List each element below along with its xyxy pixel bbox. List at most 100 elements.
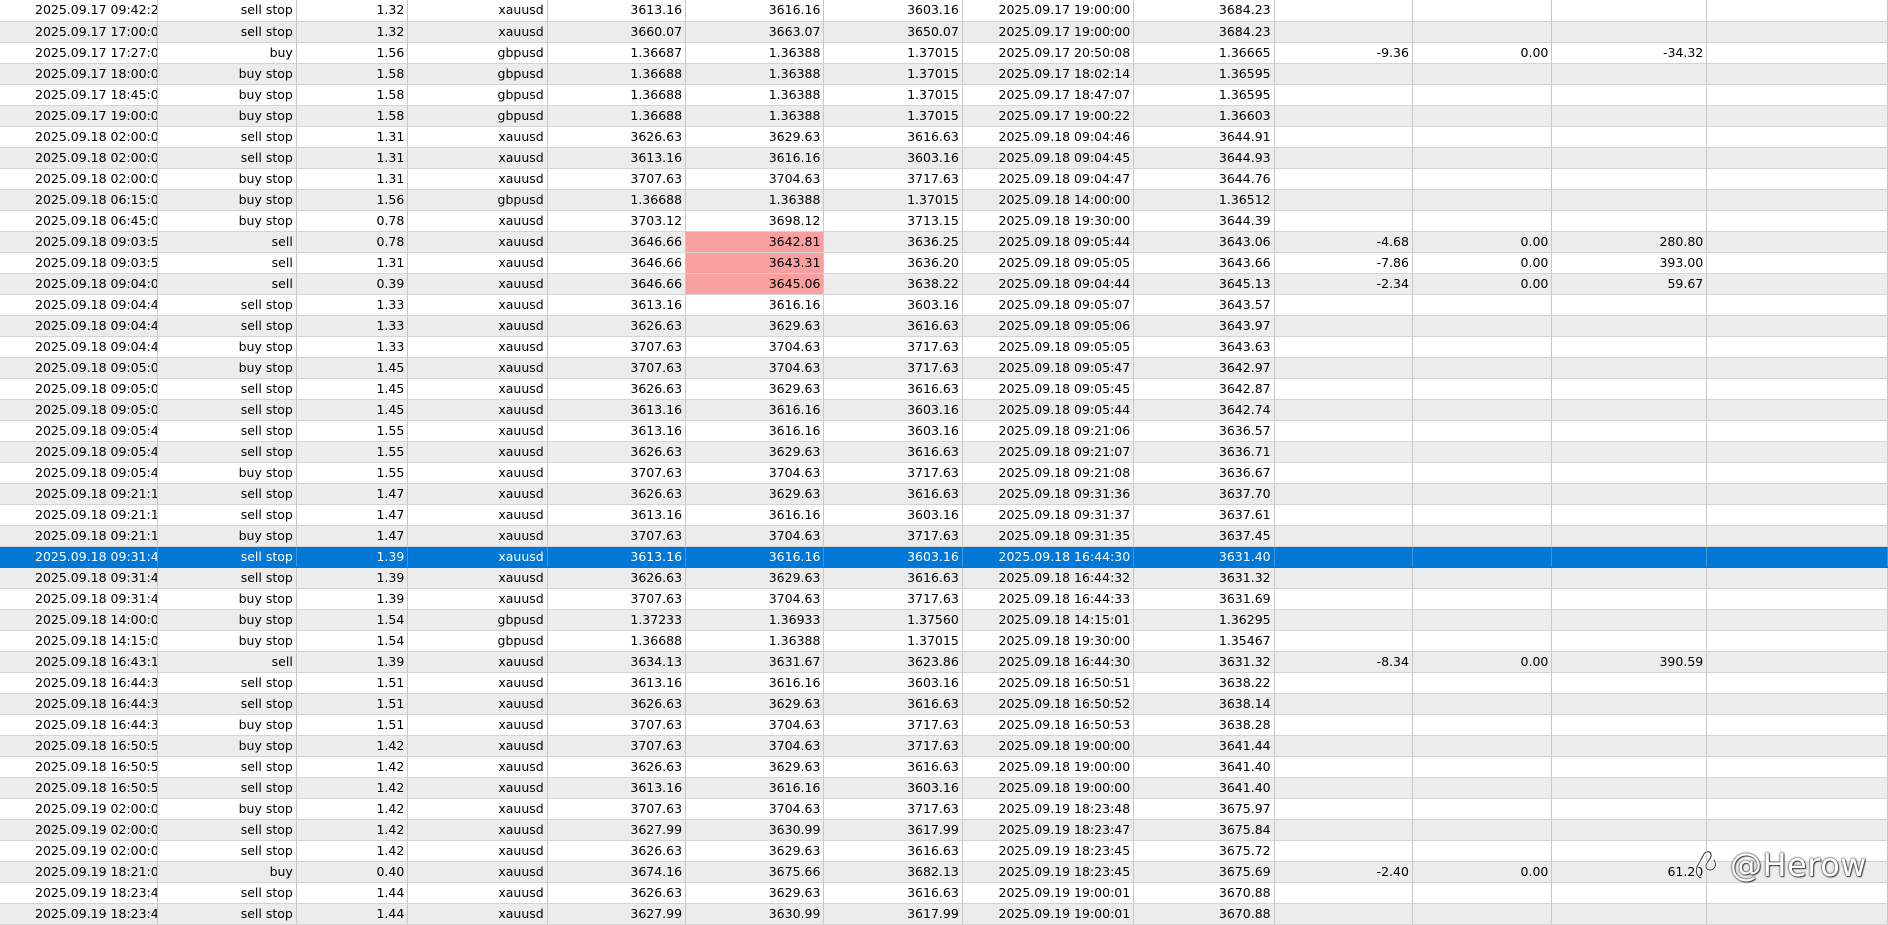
symbol-cell: gbpusd xyxy=(407,63,548,85)
table-row[interactable]: 2025.09.18 06:45:00 buy stop 0.78 xauusd 370… xyxy=(0,210,1888,232)
table-row[interactable]: 2025.09.17 18:00:00 buy stop 1.58 gbpusd 1.3… xyxy=(0,63,1888,85)
sl-cell: 3704.63 xyxy=(685,525,825,547)
profit-cell xyxy=(1551,210,1708,232)
table-row[interactable]: 2025.09.18 09:05:44 sell stop 1.55 xauusd 36… xyxy=(0,420,1888,442)
sl-cell: 3675.66 xyxy=(685,861,825,883)
swap-cell xyxy=(1412,483,1553,505)
table-row[interactable]: 2025.09.18 09:31:42 sell stop 1.39 xauusd 36… xyxy=(0,567,1888,589)
table-row[interactable]: 2025.09.18 09:03:56 sell 0.78 xauusd 3646.66… xyxy=(0,231,1888,253)
open-time-cell: 2025.09.19 02:00:00 xyxy=(0,798,159,820)
profit-cell: -34.32 xyxy=(1551,42,1708,64)
table-row[interactable]: 2025.09.18 09:05:05 buy stop 1.45 xauusd 370… xyxy=(0,357,1888,379)
type-cell: sell stop xyxy=(157,294,297,316)
table-row[interactable]: 2025.09.18 06:15:00 buy stop 1.56 gbpusd 1.3… xyxy=(0,189,1888,211)
open-time-cell: 2025.09.18 09:31:42 xyxy=(0,588,159,610)
table-row[interactable]: 2025.09.18 02:00:00 sell stop 1.31 xauusd 36… xyxy=(0,147,1888,169)
close-price-cell: 1.35467 xyxy=(1133,630,1275,652)
swap-cell xyxy=(1412,840,1553,862)
table-row[interactable]: 2025.09.19 02:00:00 sell stop 1.42 xauusd 36… xyxy=(0,819,1888,841)
symbol-cell: xauusd xyxy=(407,546,548,568)
empty-cell xyxy=(1706,588,1888,610)
table-row[interactable]: 2025.09.18 16:44:33 buy stop 1.51 xauusd 370… xyxy=(0,714,1888,736)
profit-cell: 280.80 xyxy=(1551,231,1708,253)
table-row[interactable]: 2025.09.19 02:00:00 sell stop 1.42 xauusd 36… xyxy=(0,840,1888,862)
table-row[interactable]: 2025.09.19 02:00:00 buy stop 1.42 xauusd 370… xyxy=(0,798,1888,820)
table-row[interactable]: 2025.09.18 09:21:13 sell stop 1.47 xauusd 36… xyxy=(0,483,1888,505)
swap-cell: 0.00 xyxy=(1412,42,1553,64)
table-row[interactable]: 2025.09.18 09:21:13 buy stop 1.47 xauusd 370… xyxy=(0,525,1888,547)
swap-cell xyxy=(1412,336,1553,358)
commission-cell xyxy=(1274,126,1413,148)
price-cell: 1.36688 xyxy=(547,84,687,106)
tp-cell: 1.37015 xyxy=(823,63,963,85)
commission-cell xyxy=(1274,147,1413,169)
table-row[interactable]: 2025.09.18 02:00:00 sell stop 1.31 xauusd 36… xyxy=(0,126,1888,148)
volume-cell: 1.56 xyxy=(296,42,409,64)
type-cell: sell xyxy=(157,252,297,274)
close-time-cell: 2025.09.18 09:05:05 xyxy=(962,252,1135,274)
table-row[interactable]: 2025.09.18 09:05:47 buy stop 1.55 xauusd 370… xyxy=(0,462,1888,484)
close-time-cell: 2025.09.17 19:00:00 xyxy=(962,21,1135,43)
symbol-cell: xauusd xyxy=(407,441,548,463)
price-cell: 3626.63 xyxy=(547,441,687,463)
swap-cell xyxy=(1412,882,1553,904)
table-row[interactable]: 2025.09.17 17:27:03 buy 1.56 gbpusd 1.36687 1… xyxy=(0,42,1888,64)
type-cell: sell stop xyxy=(157,840,297,862)
table-row[interactable]: 2025.09.18 09:04:47 buy stop 1.33 xauusd 370… xyxy=(0,336,1888,358)
symbol-cell: xauusd xyxy=(407,336,548,358)
price-cell: 3613.16 xyxy=(547,546,687,568)
table-row-selected[interactable]: 2025.09.18 09:31:42 sell stop 1.39 xauusd 36… xyxy=(0,546,1888,568)
table-row[interactable]: 2025.09.18 02:00:00 buy stop 1.31 xauusd 370… xyxy=(0,168,1888,190)
table-row[interactable]: 2025.09.17 19:00:00 buy stop 1.58 gbpusd 1.3… xyxy=(0,105,1888,127)
table-row[interactable]: 2025.09.18 09:03:56 sell 1.31 xauusd 3646.66… xyxy=(0,252,1888,274)
table-row[interactable]: 2025.09.18 09:04:46 sell stop 1.33 xauusd 36… xyxy=(0,315,1888,337)
volume-cell: 1.58 xyxy=(296,105,409,127)
table-row[interactable]: 2025.09.19 18:21:00 buy 0.40 xauusd 3674.16 3… xyxy=(0,861,1888,883)
volume-cell: 1.51 xyxy=(296,672,409,694)
type-cell: buy stop xyxy=(157,525,297,547)
table-row[interactable]: 2025.09.17 17:00:00 sell stop 1.32 xauusd 36… xyxy=(0,21,1888,43)
close-price-cell: 3644.39 xyxy=(1133,210,1275,232)
symbol-cell: xauusd xyxy=(407,861,548,883)
table-row[interactable]: 2025.09.19 18:23:45 sell stop 1.44 xauusd 36… xyxy=(0,882,1888,904)
table-row[interactable]: 2025.09.18 14:15:01 buy stop 1.54 gbpusd 1.3… xyxy=(0,630,1888,652)
table-row[interactable]: 2025.09.17 18:45:00 buy stop 1.58 gbpusd 1.3… xyxy=(0,84,1888,106)
table-row[interactable]: 2025.09.17 09:42:27 sell stop 1.32 xauusd 36… xyxy=(0,0,1888,22)
open-time-cell: 2025.09.18 09:04:02 xyxy=(0,273,159,295)
table-row[interactable]: 2025.09.18 16:50:58 sell stop 1.42 xauusd 36… xyxy=(0,756,1888,778)
swap-cell: 0.00 xyxy=(1412,651,1553,673)
close-price-cell: 3643.66 xyxy=(1133,252,1275,274)
table-row[interactable]: 2025.09.18 16:50:58 sell stop 1.42 xauusd 36… xyxy=(0,777,1888,799)
close-price-cell: 3643.57 xyxy=(1133,294,1275,316)
open-time-cell: 2025.09.18 09:21:13 xyxy=(0,525,159,547)
commission-cell xyxy=(1274,567,1413,589)
table-row[interactable]: 2025.09.18 16:43:10 sell 1.39 xauusd 3634.13… xyxy=(0,651,1888,673)
table-row[interactable]: 2025.09.18 09:31:42 buy stop 1.39 xauusd 370… xyxy=(0,588,1888,610)
volume-cell: 1.47 xyxy=(296,483,409,505)
empty-cell xyxy=(1706,483,1888,505)
table-row[interactable]: 2025.09.18 09:21:13 sell stop 1.47 xauusd 36… xyxy=(0,504,1888,526)
table-row[interactable]: 2025.09.18 09:04:02 sell 0.39 xauusd 3646.66… xyxy=(0,273,1888,295)
table-row[interactable]: 2025.09.18 16:44:30 sell stop 1.51 xauusd 36… xyxy=(0,672,1888,694)
empty-cell xyxy=(1706,819,1888,841)
sl-cell: 3629.63 xyxy=(685,567,825,589)
close-time-cell: 2025.09.19 18:23:45 xyxy=(962,861,1135,883)
commission-cell xyxy=(1274,315,1413,337)
table-row[interactable]: 2025.09.18 09:04:45 sell stop 1.33 xauusd 36… xyxy=(0,294,1888,316)
table-row[interactable]: 2025.09.18 14:00:00 buy stop 1.54 gbpusd 1.3… xyxy=(0,609,1888,631)
table-row[interactable]: 2025.09.18 16:50:58 buy stop 1.42 xauusd 370… xyxy=(0,735,1888,757)
table-row[interactable]: 2025.09.18 16:44:32 sell stop 1.51 xauusd 36… xyxy=(0,693,1888,715)
close-time-cell: 2025.09.18 09:05:07 xyxy=(962,294,1135,316)
close-price-cell: 3644.76 xyxy=(1133,168,1275,190)
profit-cell xyxy=(1551,441,1708,463)
table-row[interactable]: 2025.09.19 18:23:47 sell stop 1.44 xauusd 36… xyxy=(0,903,1888,925)
close-price-cell: 3670.88 xyxy=(1133,882,1275,904)
table-row[interactable]: 2025.09.18 09:05:06 sell stop 1.45 xauusd 36… xyxy=(0,378,1888,400)
table-row[interactable]: 2025.09.18 09:05:07 sell stop 1.45 xauusd 36… xyxy=(0,399,1888,421)
table-row[interactable]: 2025.09.18 09:05:45 sell stop 1.55 xauusd 36… xyxy=(0,441,1888,463)
empty-cell xyxy=(1706,21,1888,43)
commission-cell: -2.40 xyxy=(1274,861,1413,883)
commission-cell xyxy=(1274,105,1413,127)
tp-cell: 1.37015 xyxy=(823,189,963,211)
volume-cell: 1.51 xyxy=(296,714,409,736)
